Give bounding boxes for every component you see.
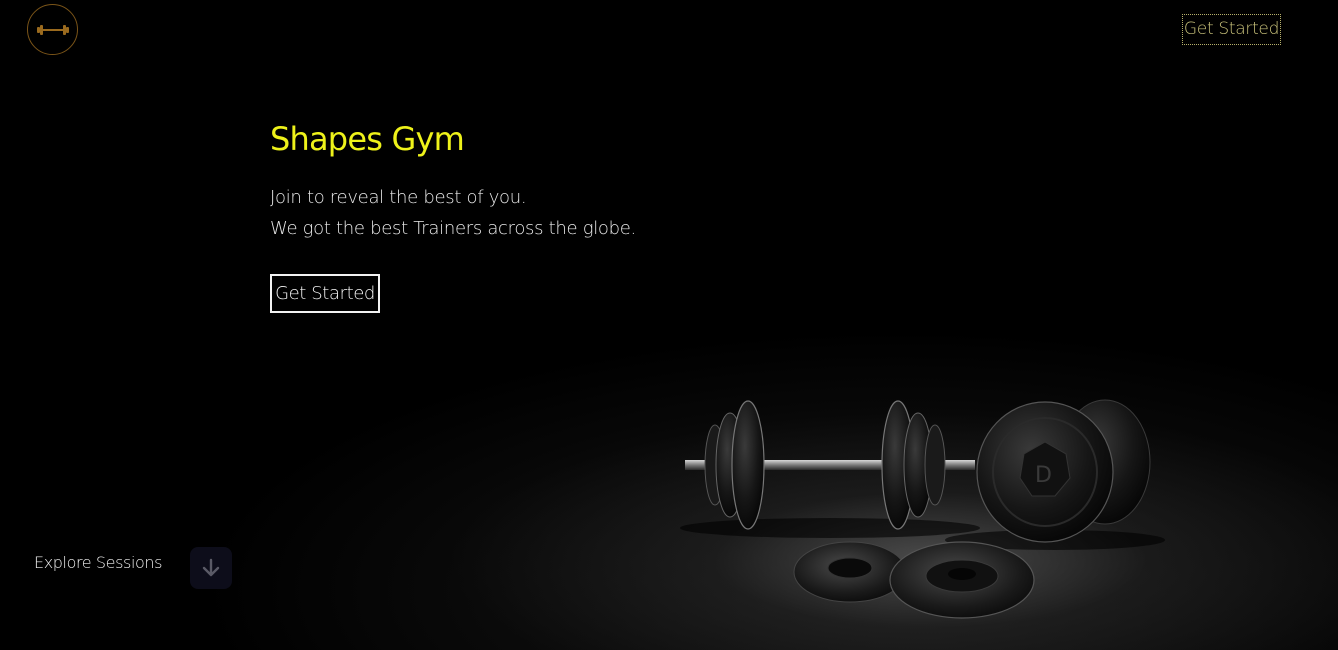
page-title: Shapes Gym [270, 120, 465, 158]
dumbbell-icon [36, 24, 69, 35]
hero-get-started-button[interactable]: Get Started [270, 274, 380, 313]
arrow-down-icon [202, 558, 220, 577]
explore-sessions-label[interactable]: Explore Sessions [34, 552, 163, 574]
logo[interactable] [27, 4, 78, 55]
hero-tagline-1: Join to reveal the best of you. [270, 187, 527, 208]
dumbbells-image: D [680, 399, 1165, 619]
hero-section: Get Started Shapes Gym Join to reveal th… [0, 0, 1338, 650]
explore-sessions-button[interactable] [190, 547, 232, 589]
hero-tagline-2: We got the best Trainers across the glob… [270, 218, 636, 239]
svg-text:D: D [1035, 463, 1052, 488]
nav-get-started-button[interactable]: Get Started [1182, 14, 1281, 45]
